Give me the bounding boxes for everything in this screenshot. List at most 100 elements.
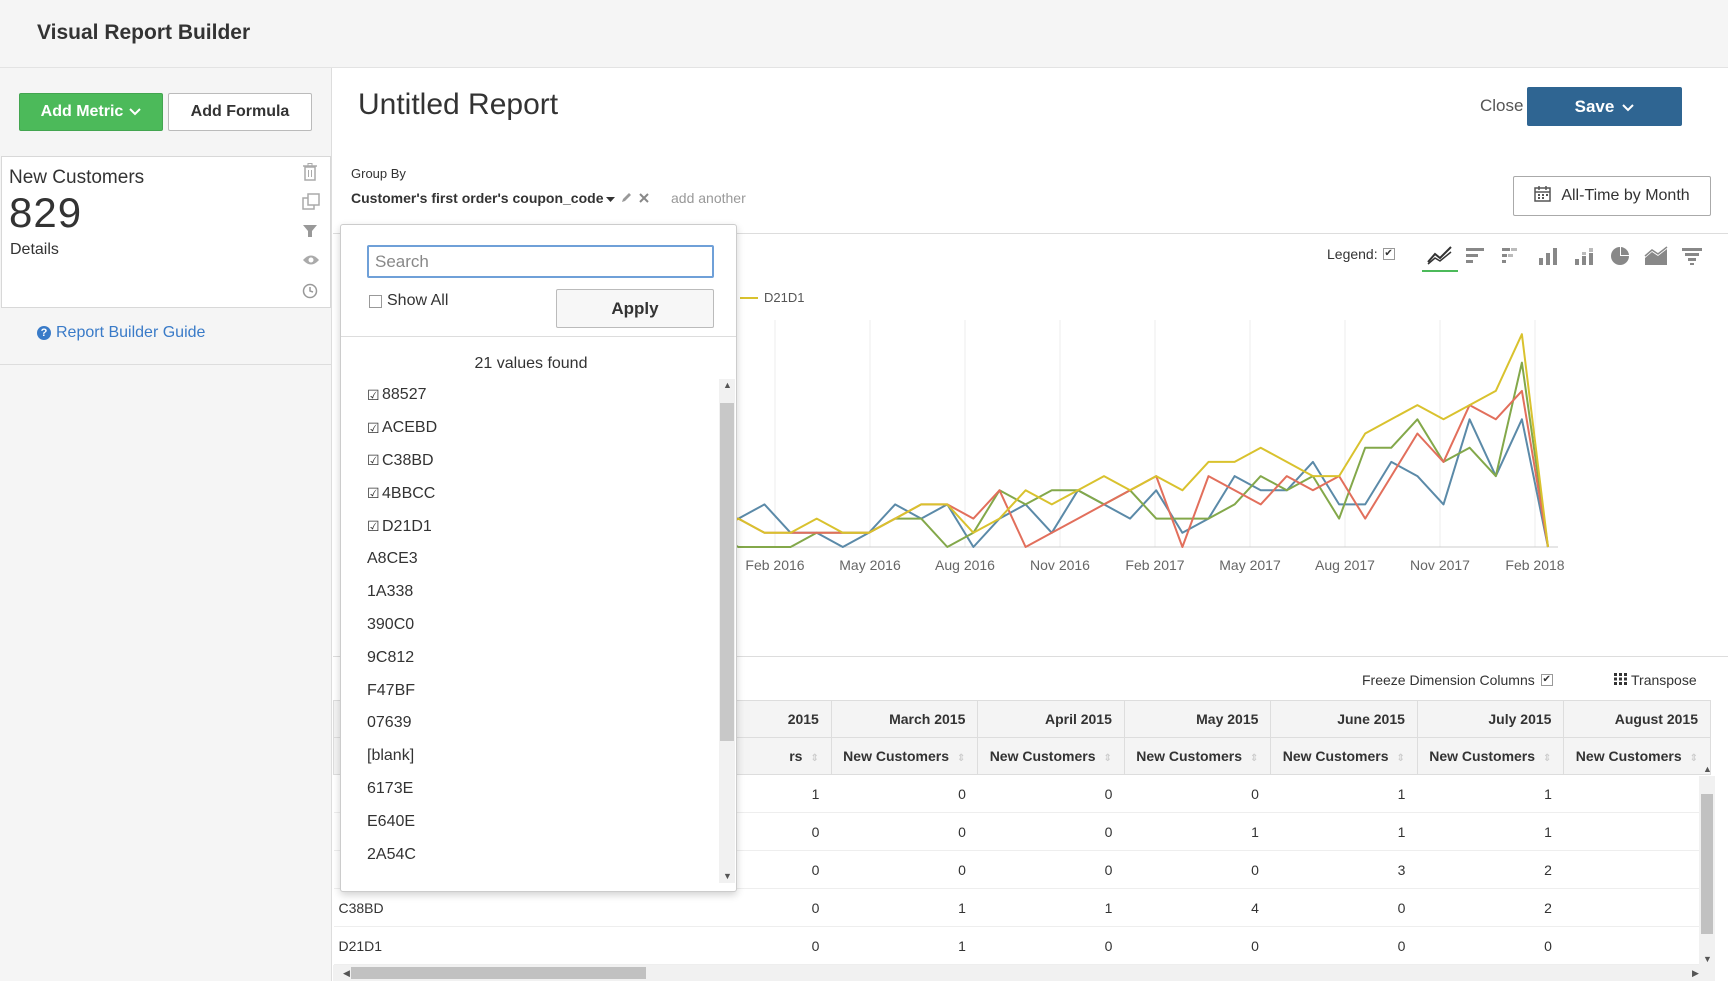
apply-button[interactable]: Apply [556, 289, 714, 328]
sort-icon[interactable]: ⇕ [1397, 753, 1405, 764]
horizontal-bar-icon[interactable] [1458, 240, 1494, 272]
legend-toggle[interactable]: Legend: ✔ [1327, 246, 1395, 262]
value-option[interactable]: ☑ 4BBCC [367, 477, 697, 510]
eye-icon[interactable] [302, 253, 320, 274]
pie-chart-icon[interactable] [1602, 240, 1638, 272]
group-by-selector[interactable]: Customer's first order's coupon_code [351, 190, 649, 206]
duplicate-icon[interactable] [302, 193, 320, 214]
checkbox-checked-icon[interactable]: ☑ [367, 387, 382, 404]
scroll-right-arrow-icon[interactable]: ▶ [1692, 968, 1699, 979]
value-option[interactable]: ☑ C38BD [367, 445, 697, 478]
table-horizontal-scrollbar[interactable] [333, 965, 1715, 981]
value-option[interactable]: 1A338 [367, 576, 697, 609]
month-header[interactable]: August 2015 [1563, 700, 1711, 738]
table-cell [1563, 926, 1711, 965]
freeze-columns-toggle[interactable]: Freeze Dimension Columns ✔ [1362, 672, 1553, 688]
metric-header[interactable]: New Customers ⇕ [1563, 737, 1711, 775]
filter-icon[interactable] [302, 223, 320, 244]
value-option[interactable]: A8CE3 [367, 543, 697, 576]
value-option[interactable]: F47BF [367, 674, 697, 707]
report-title[interactable]: Untitled Report [358, 88, 558, 122]
show-all-toggle[interactable]: Show All [369, 292, 448, 310]
month-header[interactable]: May 2015 [1123, 700, 1272, 738]
scroll-thumb[interactable] [351, 967, 646, 979]
group-by-value[interactable]: Customer's first order's coupon_code [351, 190, 604, 206]
sort-icon[interactable]: ⇕ [957, 753, 965, 764]
checkbox-checked-icon[interactable]: ☑ [367, 452, 382, 469]
value-option[interactable]: 6173E [367, 773, 697, 806]
value-option[interactable]: 390C0 [367, 609, 697, 642]
value-option[interactable]: 9C812 [367, 641, 697, 674]
report-builder-guide-link[interactable]: ? Report Builder Guide [37, 324, 205, 342]
value-option[interactable]: ☑ 88527 [367, 379, 697, 412]
checkbox-checked-icon[interactable]: ☑ [367, 420, 382, 437]
month-header[interactable]: July 2015 [1416, 700, 1565, 738]
add-metric-button[interactable]: Add Metric [19, 93, 163, 131]
metric-value: 829 [9, 189, 83, 236]
month-header[interactable]: April 2015 [977, 700, 1125, 738]
metric-header[interactable]: New Customers ⇕ [1123, 737, 1272, 775]
table-vertical-scrollbar[interactable] [1699, 776, 1715, 966]
values-scrollbar[interactable] [719, 379, 735, 883]
metric-header[interactable]: New Customers ⇕ [977, 737, 1125, 775]
series-line-red[interactable] [659, 389, 1549, 548]
month-header[interactable]: March 2015 [830, 700, 979, 738]
scroll-down-arrow-icon[interactable]: ▼ [723, 871, 732, 881]
x-tick-label: Feb 2016 [745, 557, 804, 573]
stacked-horizontal-bar-icon[interactable] [1494, 240, 1530, 272]
caret-down-icon[interactable] [605, 190, 615, 206]
date-range-button[interactable]: All-Time by Month [1513, 176, 1711, 216]
table-cell: 0 [831, 850, 978, 889]
save-button[interactable]: Save [1527, 87, 1682, 126]
checkbox-checked-icon[interactable]: ☑ [367, 518, 382, 535]
value-option[interactable]: 2A54C [367, 838, 697, 871]
close-button[interactable]: Close [1480, 96, 1523, 116]
scroll-down-arrow-icon[interactable]: ▼ [1703, 954, 1712, 964]
metric-card[interactable]: New Customers 829 Details [1, 156, 331, 308]
scroll-left-arrow-icon[interactable]: ◀ [343, 968, 350, 979]
series-line-yellow[interactable] [659, 333, 1549, 548]
legend-checkbox[interactable]: ✔ [1382, 248, 1395, 260]
value-option[interactable]: 07639 [367, 707, 697, 740]
sort-icon[interactable]: ⇕ [1543, 753, 1551, 764]
metric-details-link[interactable]: Details [10, 241, 59, 259]
area-chart-icon[interactable] [1638, 240, 1674, 272]
table-cell: 0 [1270, 888, 1418, 927]
chevron-down-icon [129, 103, 142, 121]
sort-icon[interactable]: ⇕ [1250, 753, 1258, 764]
sort-icon[interactable]: ⇕ [1690, 753, 1698, 764]
series-line-green[interactable] [660, 361, 1549, 548]
freeze-columns-checkbox[interactable]: ✔ [1540, 674, 1553, 686]
month-header[interactable]: June 2015 [1270, 700, 1418, 738]
value-option[interactable]: ☑ D21D1 [367, 510, 697, 543]
value-option[interactable]: [blank] [367, 740, 697, 773]
sort-icon[interactable]: ⇕ [1104, 753, 1112, 764]
search-input[interactable] [367, 245, 714, 278]
metric-header[interactable]: New Customers ⇕ [830, 737, 979, 775]
scroll-up-arrow-icon[interactable]: ▲ [1703, 764, 1712, 774]
pencil-icon[interactable] [621, 191, 633, 206]
add-formula-button[interactable]: Add Formula [168, 93, 312, 131]
clock-icon[interactable] [302, 283, 320, 304]
funnel-chart-icon[interactable] [1674, 240, 1710, 272]
value-option-label: ACEBD [382, 419, 438, 437]
metric-header[interactable]: New Customers ⇕ [1270, 737, 1418, 775]
scroll-thumb[interactable] [1701, 794, 1713, 934]
add-another-link[interactable]: add another [671, 190, 746, 206]
remove-icon[interactable] [638, 191, 649, 206]
value-option[interactable]: E640E [367, 805, 697, 838]
stacked-column-icon[interactable] [1566, 240, 1602, 272]
metric-header-label: New Customers [1282, 748, 1389, 764]
value-option[interactable]: ☑ ACEBD [367, 412, 697, 445]
show-all-checkbox[interactable] [369, 294, 382, 308]
metric-header[interactable]: New Customers ⇕ [1416, 737, 1565, 775]
metric-header-label: New Customers [843, 748, 949, 764]
sort-icon[interactable]: ⇕ [810, 753, 818, 764]
column-chart-icon[interactable] [1530, 240, 1566, 272]
scroll-up-arrow-icon[interactable]: ▲ [723, 380, 732, 390]
line-chart-icon[interactable] [1422, 240, 1458, 272]
transpose-button[interactable]: Transpose [1614, 672, 1697, 688]
trash-icon[interactable] [302, 163, 320, 184]
scroll-thumb[interactable] [720, 403, 734, 741]
checkbox-checked-icon[interactable]: ☑ [367, 485, 382, 502]
